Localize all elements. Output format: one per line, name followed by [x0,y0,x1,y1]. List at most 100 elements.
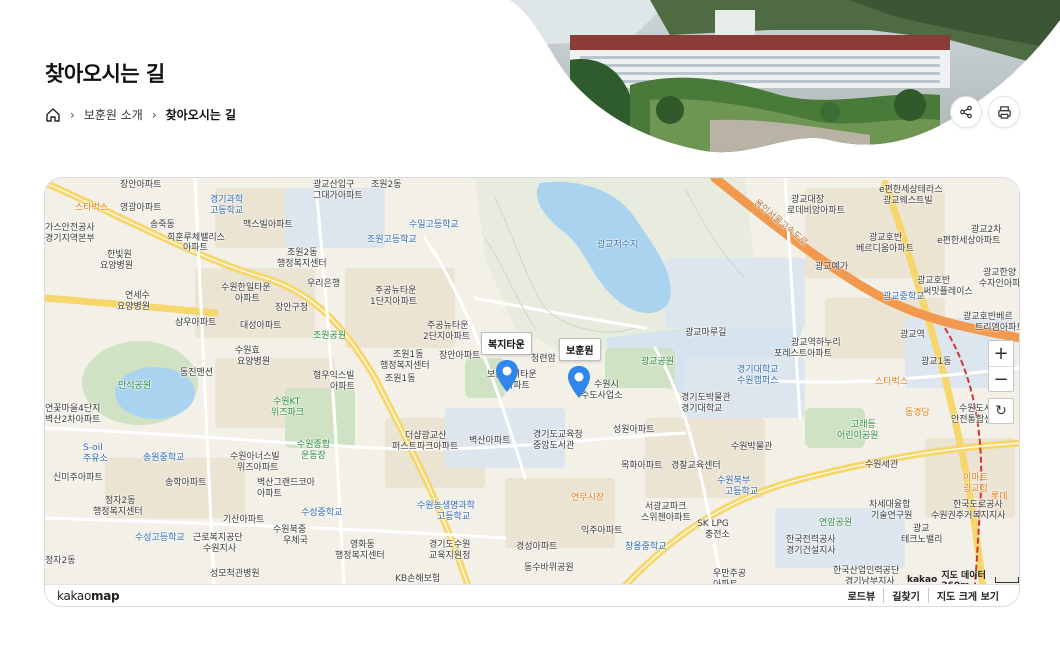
map-label: 수원권주거복지지사 [931,511,1006,521]
map-label: 아파트 [183,243,208,253]
map-label: 수성중학교 [301,508,343,518]
map-label: 주유소 [83,454,108,464]
map-label: 베르디움아파트 [856,244,914,254]
map-label: 광교예가 [815,262,849,272]
map-label: 광교대장 [791,195,825,205]
map-label: 경기도수원 [429,540,471,550]
map-label: 포레스트아파트 [774,349,832,359]
map-label: 퍼스트파크아파트 [392,442,459,452]
map-label: 영화동 [350,540,375,550]
breadcrumb-item-about[interactable]: 보훈원 소개 [84,106,143,123]
map-label: 형우익스빌 [313,371,355,381]
map-label: 차세대융합 [869,500,911,510]
directions-link[interactable]: 길찾기 [883,588,928,603]
map-label: 고래등 [851,420,876,430]
map-marker-bohunwon[interactable] [567,365,591,399]
map-label: 수원효 [235,346,260,356]
map-label: 성모척관병원 [210,569,260,579]
map-label: 광교호반 [869,233,903,243]
marker-label-bohunwon[interactable]: 보훈원 [559,338,601,361]
map-label: 어린이공원 [837,431,879,441]
map-label: e편한세상테라스 [879,185,943,195]
map-label: 경기도박물관 [681,393,731,403]
map-label: 위즈파크 [271,408,305,418]
map-label: 경기과학 [210,195,244,205]
map-label: 우리은행 [307,279,341,289]
location-pin-icon [496,360,518,392]
map-label: 수원캠퍼스 [737,376,779,386]
map-label: 조원2동 [371,180,402,190]
map-label: 행정복지센터 [93,507,143,517]
map-label: 연암공원 [819,518,853,528]
location-pin-icon [568,366,590,398]
map-marker-welfare-town[interactable] [495,359,519,393]
map-label: 고등학교 [210,206,244,216]
roadview-link[interactable]: 로드뷰 [840,588,884,603]
map-label: 연세수 [125,291,150,301]
map-label: 조원1동 [385,374,416,384]
map-label: 광교역하누리 [791,338,841,348]
map-label: 위즈아파트 [237,463,279,473]
map-label: 중앙도서관 [533,441,575,451]
map-label: 경기도교육청 [533,430,583,440]
map-label: 이마트 [963,473,988,483]
map-footer-links: 로드뷰 길찾기 지도 크게 보기 [840,588,1007,603]
kakaomap-logo[interactable]: kakaomap [57,588,120,603]
refresh-button[interactable]: ↻ [988,398,1014,424]
map-label: 목화아파트 [621,461,663,471]
marker-label-welfare-town[interactable]: 복지타운 [481,332,532,355]
map-label: 아파트 [257,489,282,499]
map-label: 수원KT [273,397,301,407]
map-label: 더샵광교산 [405,431,447,441]
map-label: 연꽃마을4단지 [45,404,101,414]
map-label: 광교1동 [921,357,952,367]
map-label: 주공뉴타운 [375,286,417,296]
page: 찾아오시는 길 › 보훈원 소개 › 찾아오시는 길 장안아파트 광교산입구 그… [0,0,1060,651]
kakao-map[interactable]: 장안아파트 광교산입구 그대가아파트 조원2동 경기과학 고등학교 스타벅스 영… [44,177,1020,607]
chevron-right-icon: › [151,107,157,122]
map-label: 송죽동 [150,220,175,230]
map-label: 벽산그랜드코아 [257,478,315,488]
map-label: 동진맨션 [180,368,214,378]
zoom-out-button[interactable]: − [989,366,1013,391]
map-label: 기술연구원 [871,511,913,521]
map-label: 아파트 [235,294,260,304]
view-large-map-link[interactable]: 지도 크게 보기 [927,588,1007,603]
map-label: 조원공원 [313,331,347,341]
map-label: 교육지원청 [429,551,471,561]
map-label: 광교공원 [641,357,675,367]
map-label: 수원한일타운 [221,283,271,293]
logo-prefix: kakao [57,588,92,603]
map-label: SK LPG [697,519,729,529]
scale-bar [994,576,1019,583]
map-label: 고등학교 [725,487,759,497]
share-button[interactable] [950,96,982,128]
map-label: 로데비앙아파트 [787,206,845,216]
map-label: 만석공원 [118,381,152,391]
map-label: 청련암 [531,354,556,364]
map-label: 수원시 [594,380,619,390]
map-label: 우만주공 [713,569,747,579]
home-icon[interactable] [45,107,61,123]
map-label: 아파트 [330,382,355,392]
map-label: 영광아파트 [120,203,162,213]
map-label: 광교한양 [983,268,1017,278]
map-label: 광교저수지 [597,240,639,250]
zoom-in-button[interactable]: + [989,341,1013,366]
print-button[interactable] [988,96,1020,128]
map-label: 스위첸아파트 [641,513,691,523]
map-label: 테크노밸리 [901,535,943,545]
map-label: 행정복지센터 [335,551,385,561]
map-label: 송학아파트 [165,478,207,488]
map-label: 수원지사 [203,544,237,554]
map-label: 맥스빌아파트 [243,220,293,230]
map-label: 광교점 [963,484,988,494]
print-icon [997,105,1011,119]
chevron-right-icon: › [70,107,75,122]
map-label: 장안아파트 [439,351,481,361]
breadcrumb: › 보훈원 소개 › 찾아오시는 길 [45,106,236,123]
map-label: 창용중학교 [625,542,667,552]
map-label: 조원2동 [287,248,318,258]
map-label: 삼우아파트 [175,318,217,328]
map-label: 한빛원 [107,250,132,260]
